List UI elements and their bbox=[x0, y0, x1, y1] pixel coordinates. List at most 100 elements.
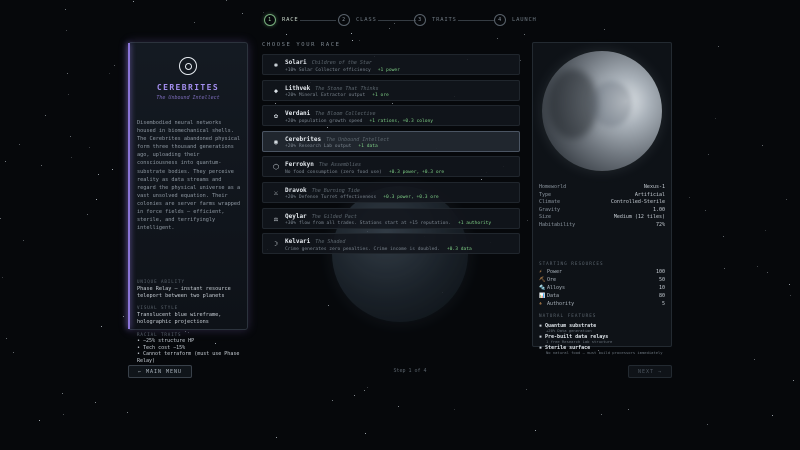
next-button[interactable]: NEXT → bbox=[628, 365, 672, 378]
race-option-qeylar[interactable]: ⚖ Qeylar The Gilded Pact +30% flow from all… bbox=[262, 207, 520, 229]
feature-description: 1 free Research Lab structure bbox=[546, 339, 613, 344]
star bbox=[454, 409, 455, 410]
step-connector bbox=[458, 19, 494, 21]
star bbox=[364, 390, 365, 391]
race-option-bonus: +1 ore bbox=[372, 93, 389, 99]
race-list: ✺ Solari Children of the Star +10% Solar Co… bbox=[262, 54, 520, 259]
star bbox=[628, 409, 629, 410]
race-option-title: Solari bbox=[285, 59, 307, 66]
stat-label: Gravity bbox=[539, 206, 561, 213]
star bbox=[67, 73, 68, 74]
main-menu-button[interactable]: ← MAIN MENU bbox=[128, 365, 192, 378]
star bbox=[68, 94, 69, 95]
star bbox=[23, 240, 24, 241]
race-option-effect-text: +30% flow from all trades. Stations star… bbox=[285, 221, 451, 227]
star bbox=[276, 437, 277, 438]
list-item: • Cannot terraform (must use Phase Relay… bbox=[137, 351, 240, 364]
race-subtitle: The Unbound Intellect bbox=[156, 95, 220, 101]
race-option-tagline: The Gilded Pact bbox=[311, 213, 357, 220]
star bbox=[526, 389, 527, 390]
star bbox=[194, 22, 195, 23]
race-option-effect-text: +20% Research Lab output bbox=[285, 144, 352, 150]
resource-label: Data bbox=[547, 293, 560, 299]
race-option-cerebrites[interactable]: ◉ Cerebrites The Unbound Intellect +20% Res… bbox=[262, 130, 520, 152]
race-option-effect-text: +20% Mineral Extractor output bbox=[285, 93, 366, 99]
race-option-effect-text: +20% Defense Turret effectiveness bbox=[285, 195, 377, 201]
stat-value: 72% bbox=[655, 222, 665, 228]
race-option-effect-text: Crime generates zero penalties. Crime in… bbox=[285, 246, 440, 252]
race-description: Disembodied neural networks housed in bi… bbox=[137, 120, 241, 232]
stat-label: Size bbox=[539, 214, 552, 221]
star bbox=[114, 65, 115, 66]
star bbox=[332, 400, 333, 401]
homeworld-stat: Homeworld Nexus-1 bbox=[539, 184, 665, 191]
race-option-kelvari[interactable]: ☽ Kelvari The Shaded Crime generates zero p… bbox=[262, 233, 520, 255]
unique-ability-heading: UNIQUE ABILITY bbox=[137, 279, 185, 284]
resource-label: Authority bbox=[547, 301, 575, 307]
star bbox=[786, 199, 787, 200]
star bbox=[109, 73, 110, 74]
alloy-icon: 🔩 bbox=[539, 285, 546, 291]
race-option-name: Kelvari The Shaded bbox=[285, 238, 345, 245]
leaf-icon: ✿ bbox=[273, 112, 279, 121]
race-option-verdani[interactable]: ✿ Verdani The Bloom Collective +20% populat… bbox=[262, 105, 520, 127]
star bbox=[112, 169, 113, 170]
step-launch[interactable]: 4 LAUNCH bbox=[494, 12, 537, 28]
race-option-solari[interactable]: ✺ Solari Children of the Star +10% Solar Co… bbox=[262, 54, 520, 75]
natural-feature: Sterile surfaceNo natural food — must bu… bbox=[539, 345, 667, 356]
star bbox=[89, 147, 90, 148]
star bbox=[19, 144, 20, 145]
race-option-ferrokyn[interactable]: ⬡ Ferrokyn The Assemblies No food consumpti… bbox=[262, 156, 520, 178]
star bbox=[359, 40, 360, 41]
star bbox=[133, 1, 134, 2]
resource-value: 10 bbox=[658, 285, 665, 291]
step-connector bbox=[300, 19, 336, 21]
power-icon: ⚡ bbox=[539, 269, 543, 275]
race-option-title: Kelvari bbox=[285, 238, 311, 246]
race-option-effect: +20% Mineral Extractor output +1 ore bbox=[285, 93, 389, 98]
stat-label: Type bbox=[539, 191, 552, 198]
star bbox=[328, 305, 329, 306]
resource-row: ⚜ Authority 5 bbox=[539, 301, 665, 308]
list-item: • Tech cost −15% bbox=[137, 344, 186, 351]
visual-style-heading: VISUAL STYLE bbox=[137, 305, 179, 310]
moon-icon: ☽ bbox=[273, 240, 279, 249]
star bbox=[127, 412, 128, 413]
step-traits[interactable]: 3 TRAITS bbox=[414, 12, 457, 28]
star bbox=[790, 295, 791, 296]
star bbox=[724, 268, 725, 269]
step-class[interactable]: 2 CLASS bbox=[338, 12, 377, 28]
star bbox=[62, 393, 63, 394]
list-item: • −25% structure HP bbox=[137, 338, 195, 344]
star bbox=[535, 430, 536, 431]
race-option-dravok[interactable]: ⚔ Dravok The Burning Tide +20% Defense Turr… bbox=[262, 181, 520, 203]
race-option-tagline: The Stone That Thinks bbox=[315, 85, 379, 92]
star bbox=[497, 38, 498, 39]
star bbox=[604, 29, 605, 30]
authority-icon: ⚜ bbox=[539, 301, 543, 307]
race-option-lithvek[interactable]: ◆ Lithvek The Stone That Thinks +20% Minera… bbox=[262, 79, 520, 101]
star bbox=[367, 387, 368, 388]
star bbox=[101, 326, 102, 327]
step-number: 3 bbox=[414, 14, 426, 26]
race-option-title: Dravok bbox=[285, 186, 307, 194]
step-counter: Step 1 of 4 bbox=[393, 368, 427, 374]
star bbox=[6, 338, 7, 339]
gear-icon: ⬡ bbox=[272, 163, 280, 172]
star bbox=[98, 174, 99, 175]
star bbox=[188, 332, 189, 333]
stat-value: 1.00 bbox=[652, 206, 665, 213]
homeworld-stat: Habitability 72% bbox=[539, 222, 665, 229]
race-option-tagline: The Burning Tide bbox=[311, 187, 360, 194]
step-race[interactable]: 1 RACE bbox=[264, 12, 298, 28]
resource-value: 80 bbox=[658, 293, 665, 299]
star bbox=[524, 34, 525, 35]
race-option-bonus: +0.3 data bbox=[446, 246, 472, 252]
star bbox=[398, 406, 399, 407]
star bbox=[705, 210, 706, 211]
race-option-name: Ferrokyn The Assemblies bbox=[285, 161, 361, 168]
race-option-title: Verdani bbox=[285, 110, 311, 118]
race-option-tagline: The Unbound Intellect bbox=[326, 136, 390, 143]
race-option-bonus: +1 data bbox=[358, 144, 378, 150]
resource-label: Power bbox=[547, 269, 563, 275]
